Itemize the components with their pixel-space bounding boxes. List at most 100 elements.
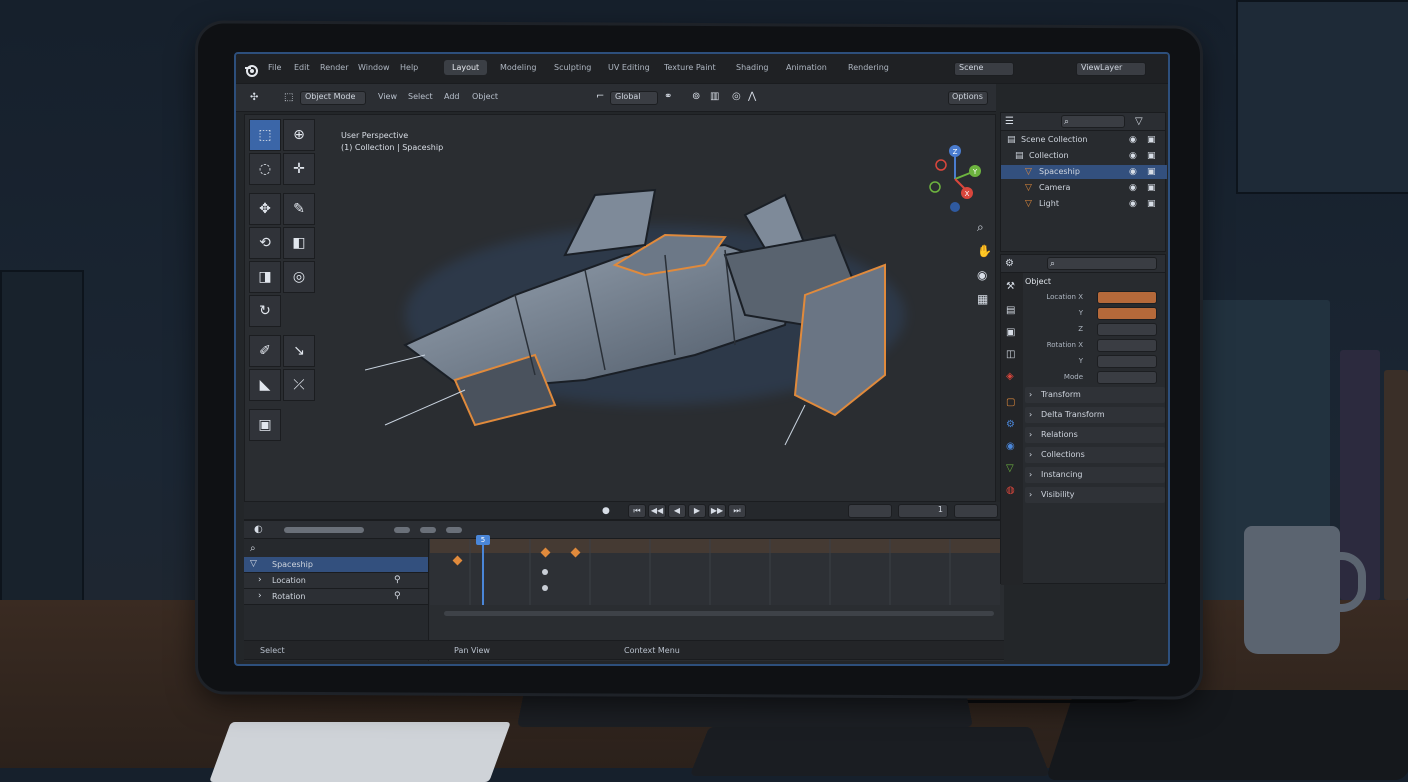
menu-add[interactable]: Add [444,92,460,101]
channel-row[interactable]: › Location ⚲ [244,573,428,589]
editor-type-icon[interactable]: ☰ [1005,116,1014,128]
scene-tab-icon[interactable]: ◈ [1006,371,1014,383]
outliner-item[interactable]: ▽ Camera ◉ ▣ [1001,181,1167,195]
properties-panel[interactable]: › Relations [1025,427,1165,443]
spaceship-model[interactable] [365,175,925,455]
tab-sculpting[interactable]: Sculpting [554,63,591,72]
properties-search-input[interactable]: ⌕ [1047,257,1157,270]
physics-tab-icon[interactable]: ◉ [1006,441,1015,453]
menu-select[interactable] [420,527,436,533]
visibility-eye-icon[interactable]: ◉ [1129,166,1137,178]
render-camera-icon[interactable]: ▣ [1147,134,1156,146]
editor-type-icon[interactable]: ✣ [250,92,258,104]
timeline-scrollbar[interactable] [444,611,994,616]
pivot-icon[interactable]: ⚭ [664,91,672,103]
menu-help[interactable]: Help [400,63,418,72]
playhead[interactable] [482,539,484,605]
visibility-eye-icon[interactable]: ◉ [1129,134,1137,146]
filter-icon[interactable]: ▽ [1135,116,1143,128]
menu-file[interactable]: File [268,63,281,72]
loop-cut-tool[interactable]: ⤫ [283,369,315,401]
material-tab-icon[interactable]: ◍ [1006,485,1015,497]
property-field[interactable] [1097,371,1157,384]
hand-pan-icon[interactable]: ✋ [977,245,992,257]
property-field[interactable] [1097,307,1157,320]
editor-type-icon[interactable]: ◐ [254,524,263,536]
render-camera-icon[interactable]: ▣ [1147,198,1156,210]
playback-button-4[interactable]: ▶▶ [708,504,726,518]
outliner-search-input[interactable]: ⌕ [1061,115,1125,128]
knife-tool[interactable]: ↘ [283,335,315,367]
render-tab-icon[interactable]: ▤ [1006,305,1015,317]
spin-tool[interactable]: ↻ [249,295,281,327]
properties-panel[interactable]: › Delta Transform [1025,407,1165,423]
falloff-icon[interactable]: ⋀ [748,91,756,103]
mode-select[interactable]: Object Mode [300,91,366,105]
tool-tab-icon[interactable]: ⚒ [1006,281,1015,293]
channel-row[interactable]: ▽ Spaceship [244,557,428,573]
playback-button-2[interactable]: ◀ [668,504,686,518]
property-field[interactable] [1097,323,1157,336]
menu-select[interactable]: Select [408,92,433,101]
crosshair-tool[interactable]: ✛ [283,153,315,185]
transform-orientation[interactable]: Global [610,91,658,105]
playback-button-1[interactable]: ◀◀ [648,504,666,518]
snap-icon[interactable]: ⊚ [692,91,700,103]
move-tool[interactable]: ✥ [249,193,281,225]
current-frame-field[interactable]: 1 [898,504,948,518]
render-camera-icon[interactable]: ▣ [1147,166,1156,178]
bevel-tool[interactable]: ◣ [249,369,281,401]
outliner-item[interactable]: ▽ Light ◉ ▣ [1001,197,1167,211]
annotate-tool[interactable]: ✎ [283,193,315,225]
data-tab-icon[interactable]: ▽ [1006,463,1014,475]
tab-animation[interactable]: Animation [786,63,827,72]
keyframe-marker[interactable] [542,585,548,591]
search-icon[interactable]: ⌕ [250,543,256,555]
editor-type-icon[interactable]: ⚙ [1005,258,1014,270]
tab-modeling[interactable]: Modeling [500,63,536,72]
playback-button-0[interactable]: ⏮ [628,504,646,518]
end-frame-field[interactable] [954,504,998,518]
wrench-icon[interactable]: ⚲ [394,590,401,602]
magnet-icon[interactable]: ▥ [710,91,719,103]
outliner-item[interactable]: ▽ Spaceship ◉ ▣ [1001,165,1167,179]
tab-uv-editing[interactable]: UV Editing [608,63,650,72]
wrench-icon[interactable]: ⚲ [394,574,401,586]
proportional-edit-icon[interactable]: ◎ [732,91,741,103]
options-button[interactable]: Options [948,91,988,105]
menu-view[interactable]: View [378,92,397,101]
object-tab-icon[interactable]: ▢ [1006,397,1015,409]
tab-texture-paint[interactable]: Texture Paint [664,63,716,72]
menu-view[interactable] [394,527,410,533]
select-mode-icon[interactable]: ⬚ [284,92,293,104]
property-field[interactable] [1097,291,1157,304]
measure-tool[interactable]: ◎ [283,261,315,293]
property-field[interactable] [1097,339,1157,352]
visibility-eye-icon[interactable]: ◉ [1129,150,1137,162]
render-camera-icon[interactable]: ▣ [1147,182,1156,194]
properties-panel[interactable]: › Instancing [1025,467,1165,483]
grid-icon[interactable]: ▦ [977,293,988,305]
mode-select[interactable] [284,527,364,533]
rotate-tool[interactable]: ⟲ [249,227,281,259]
tab-layout[interactable]: Layout [444,60,488,75]
add-cube-tool[interactable]: ▣ [249,409,281,441]
tab-shading[interactable]: Shading [736,63,769,72]
menu-window[interactable]: Window [358,63,390,72]
playback-button-3[interactable]: ▶ [688,504,706,518]
blender-logo-icon[interactable] [244,62,258,77]
modifier-tab-icon[interactable]: ⚙ [1006,419,1015,431]
render-camera-icon[interactable]: ▣ [1147,150,1156,162]
view-layer-field[interactable]: ViewLayer [1076,62,1146,76]
property-field[interactable] [1097,355,1157,368]
properties-panel[interactable]: › Visibility [1025,487,1165,503]
menu-edit[interactable]: Edit [294,63,310,72]
outliner-item[interactable]: ▤ Scene Collection ◉ ▣ [1001,133,1167,147]
properties-panel[interactable]: › Transform [1025,387,1165,403]
visibility-eye-icon[interactable]: ◉ [1129,182,1137,194]
keyframe-area[interactable]: 5 [430,535,1000,605]
cursor-tool[interactable]: ⊕ [283,119,315,151]
scale-tool[interactable]: ◧ [283,227,315,259]
menu-key[interactable] [446,527,462,533]
transform-tool[interactable]: ◨ [249,261,281,293]
